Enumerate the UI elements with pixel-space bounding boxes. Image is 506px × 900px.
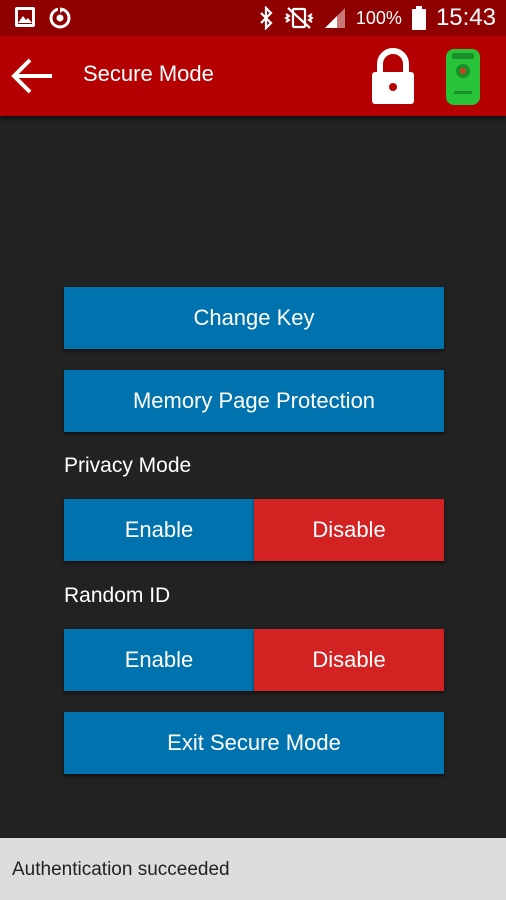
lock-button[interactable] <box>370 48 416 106</box>
random-id-label: Random ID <box>64 584 171 607</box>
status-bar: 100% 15:43 <box>0 0 506 36</box>
key-fob-button[interactable] <box>444 47 484 107</box>
battery-icon <box>411 6 426 30</box>
status-right-icons: 100% 15:43 <box>258 0 496 36</box>
signal-icon <box>324 8 345 28</box>
status-time: 15:43 <box>435 4 496 31</box>
back-arrow-icon <box>11 58 52 94</box>
privacy-mode-disable-button[interactable]: Disable <box>254 499 444 561</box>
lock-icon <box>372 48 414 104</box>
app-bar: Secure Mode <box>0 36 506 116</box>
memory-page-protection-button[interactable]: Memory Page Protection <box>64 370 444 432</box>
sync-icon <box>49 6 71 29</box>
status-toast: Authentication succeeded <box>0 838 506 900</box>
key-fob-icon <box>446 49 480 105</box>
toast-message: Authentication succeeded <box>12 859 230 880</box>
privacy-mode-label: Privacy Mode <box>64 454 192 477</box>
random-id-enable-button[interactable]: Enable <box>64 629 254 691</box>
page-title: Secure Mode <box>83 61 214 86</box>
random-id-disable-button[interactable]: Disable <box>254 629 444 691</box>
exit-secure-mode-button[interactable]: Exit Secure Mode <box>64 712 444 774</box>
back-button[interactable] <box>10 54 54 98</box>
privacy-mode-enable-button[interactable]: Enable <box>64 499 254 561</box>
vibrate-icon <box>284 7 314 29</box>
change-key-button[interactable]: Change Key <box>64 287 444 349</box>
status-left-icons <box>14 6 72 30</box>
battery-percent: 100% <box>355 7 402 28</box>
bluetooth-icon <box>260 6 273 30</box>
gallery-icon <box>15 7 35 27</box>
